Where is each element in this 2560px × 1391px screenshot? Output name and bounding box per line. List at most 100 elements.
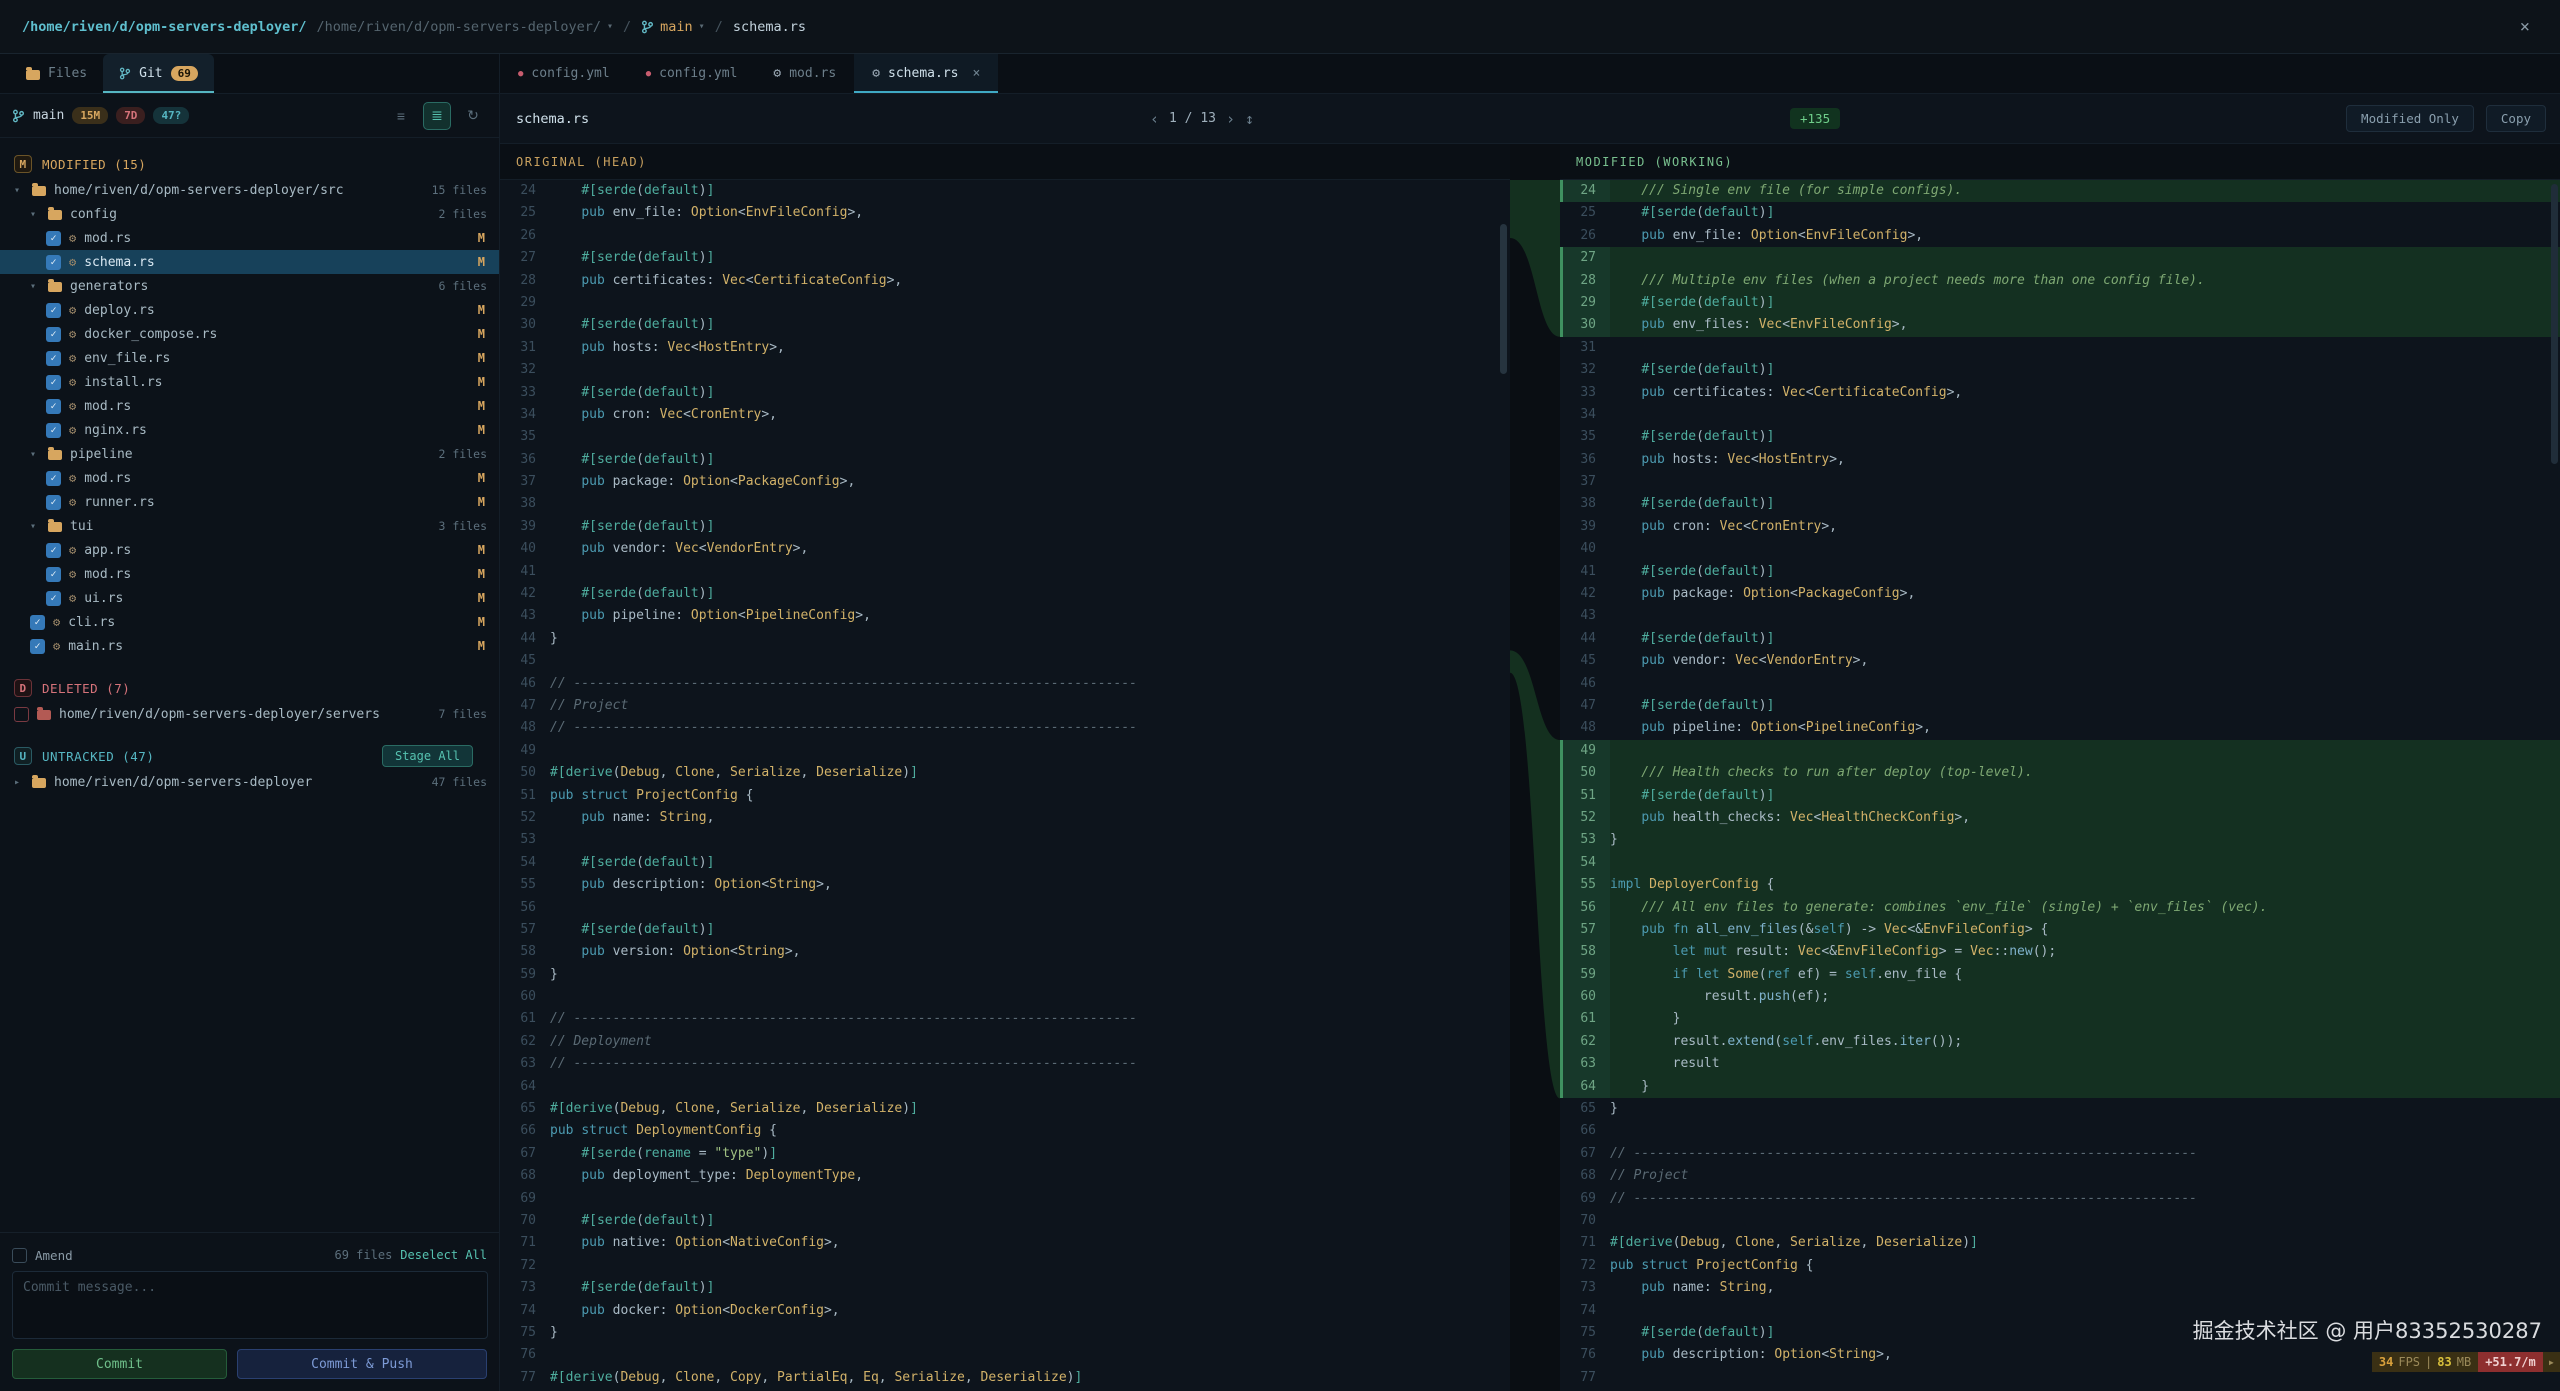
code-text: #[derive(Debug, Clone, Copy, PartialEq, … [550,1367,1510,1389]
folder-file-count: 2 files [439,447,499,461]
line-number: 76 [500,1344,550,1366]
modified-only-button[interactable]: Modified Only [2346,105,2474,132]
tree-file-runner.rs[interactable]: ✓⚙runner.rsM [0,490,499,514]
scrollbar-thumb[interactable] [1500,224,1507,374]
code-text [550,897,1510,919]
tree-file-install.rs[interactable]: ✓⚙install.rsM [0,370,499,394]
code-text: #[serde(default)] [1610,628,2560,650]
stage-checkbox[interactable]: ✓ [46,303,61,318]
chevron-right-icon[interactable]: ▸ [14,777,24,788]
code-line: 50 /// Health checks to run after deploy… [1560,762,2560,784]
tree-file-ui.rs[interactable]: ✓⚙ui.rsM [0,586,499,610]
line-number: 70 [1560,1210,1610,1232]
tab-files[interactable]: Files [10,54,103,93]
tree-file-main.rs[interactable]: ✓⚙main.rsM [0,634,499,658]
commit-message-input[interactable] [12,1271,488,1339]
stage-checkbox[interactable]: ✓ [46,423,61,438]
section-header-untracked[interactable]: UUNTRACKED (47)Stage All [0,742,499,770]
code-text [1610,337,2560,359]
amend-checkbox[interactable] [12,1248,27,1263]
code-text [550,493,1510,515]
line-number: 36 [1560,449,1610,471]
close-icon[interactable]: × [2512,13,2538,41]
chevron-down-icon[interactable]: ▾ [14,185,24,196]
tree-view-icon[interactable]: ≣ [423,102,451,130]
stage-checkbox[interactable]: ✓ [46,471,61,486]
tree-file-app.rs[interactable]: ✓⚙app.rsM [0,538,499,562]
tree-file-schema.rs[interactable]: ✓⚙schema.rsM [0,250,499,274]
stage-checkbox[interactable]: ✓ [46,255,61,270]
stage-checkbox[interactable]: ✓ [46,567,61,582]
tree-file-nginx.rs[interactable]: ✓⚙nginx.rsM [0,418,499,442]
tree-file-mod.rs[interactable]: ✓⚙mod.rsM [0,394,499,418]
list-view-icon[interactable]: ≡ [387,102,415,130]
tab-mod-rs[interactable]: ⚙ mod.rs [755,54,854,93]
chevron-down-icon[interactable]: ▾ [30,521,40,532]
code-line: 45 pub vendor: Vec<VendorEntry>, [1560,650,2560,672]
tree-file-cli.rs[interactable]: ✓⚙cli.rsM [0,610,499,634]
section-header-deleted[interactable]: DDELETED (7) [0,674,499,702]
jump-icon[interactable]: ↕ [1245,110,1254,128]
modified-pane-header: MODIFIED (WORKING) [1560,144,2560,180]
folder-icon [48,210,62,220]
stage-checkbox[interactable]: ✓ [46,351,61,366]
breadcrumb-project-path[interactable]: /home/riven/d/opm-servers-deployer/ [22,19,306,35]
stage-checkbox[interactable]: ✓ [46,327,61,342]
tab-config-yml-1[interactable]: ● config.yml [500,54,628,93]
breadcrumb-separator: / [715,19,723,35]
stage-checkbox[interactable]: ✓ [46,399,61,414]
tree-file-docker_compose.rs[interactable]: ✓⚙docker_compose.rsM [0,322,499,346]
tree-folder-tui[interactable]: ▾tui3 files [0,514,499,538]
tab-git[interactable]: Git 69 [103,54,214,93]
line-number: 35 [500,426,550,448]
tree-folder-generators[interactable]: ▾generators6 files [0,274,499,298]
tab-config-yml-2[interactable]: ● config.yml [628,54,756,93]
chevron-down-icon[interactable]: ▾ [30,281,40,292]
current-branch-label[interactable]: main [33,108,64,123]
stage-all-button[interactable]: Stage All [382,745,473,767]
stage-checkbox[interactable]: ✓ [30,639,45,654]
section-header-modified[interactable]: MMODIFIED (15) [0,150,499,178]
code-line: 41 [500,561,1510,583]
breadcrumb-cwd[interactable]: /home/riven/d/opm-servers-deployer/▾ [316,19,613,35]
commit-button[interactable]: Commit [12,1349,227,1379]
code-line: 64 } [1560,1076,2560,1098]
scrollbar-thumb[interactable] [2551,184,2558,464]
tree-folder-config[interactable]: ▾config2 files [0,202,499,226]
next-hunk-icon[interactable]: › [1226,110,1235,128]
commit-and-push-button[interactable]: Commit & Push [237,1349,487,1379]
tab-schema-rs[interactable]: ⚙ schema.rs × [854,54,998,93]
stage-checkbox[interactable] [14,707,29,722]
tree-file-mod.rs[interactable]: ✓⚙mod.rsM [0,562,499,586]
breadcrumb-branch[interactable]: main ▾ [641,19,705,35]
code-line: 75} [500,1322,1510,1344]
tree-folder-src[interactable]: ▾home/riven/d/opm-servers-deployer/src15… [0,178,499,202]
tree-file-deploy.rs[interactable]: ✓⚙deploy.rsM [0,298,499,322]
line-number: 33 [1560,382,1610,404]
stage-checkbox[interactable]: ✓ [46,375,61,390]
chevron-down-icon[interactable]: ▾ [30,449,40,460]
tree-folder-pipeline[interactable]: ▾pipeline2 files [0,442,499,466]
collapse-arrow-icon[interactable]: ▸ [2543,1352,2560,1372]
refresh-icon[interactable]: ↻ [459,102,487,130]
tree-file-mod.rs[interactable]: ✓⚙mod.rsM [0,466,499,490]
close-tab-icon[interactable]: × [972,66,980,81]
code-text: pub struct ProjectConfig { [550,785,1510,807]
stage-checkbox[interactable]: ✓ [46,231,61,246]
stage-checkbox[interactable]: ✓ [46,495,61,510]
stage-checkbox[interactable]: ✓ [46,591,61,606]
stage-checkbox[interactable]: ✓ [46,543,61,558]
stage-checkbox[interactable]: ✓ [30,615,45,630]
tree-folder-opm-servers-deployer[interactable]: ▸home/riven/d/opm-servers-deployer47 fil… [0,770,499,794]
tree-file-env_file.rs[interactable]: ✓⚙env_file.rsM [0,346,499,370]
prev-hunk-icon[interactable]: ‹ [1150,110,1159,128]
tree-folder-servers[interactable]: home/riven/d/opm-servers-deployer/server… [0,702,499,726]
copy-button[interactable]: Copy [2486,105,2546,132]
code-text [550,740,1510,762]
rust-file-icon: ⚙ [773,66,781,81]
deselect-all-link[interactable]: Deselect All [400,1248,487,1262]
code-text: #[serde(default)] [1610,292,2560,314]
chevron-down-icon[interactable]: ▾ [30,209,40,220]
code-line: 40 pub vendor: Vec<VendorEntry>, [500,538,1510,560]
tree-file-mod.rs[interactable]: ✓⚙mod.rsM [0,226,499,250]
